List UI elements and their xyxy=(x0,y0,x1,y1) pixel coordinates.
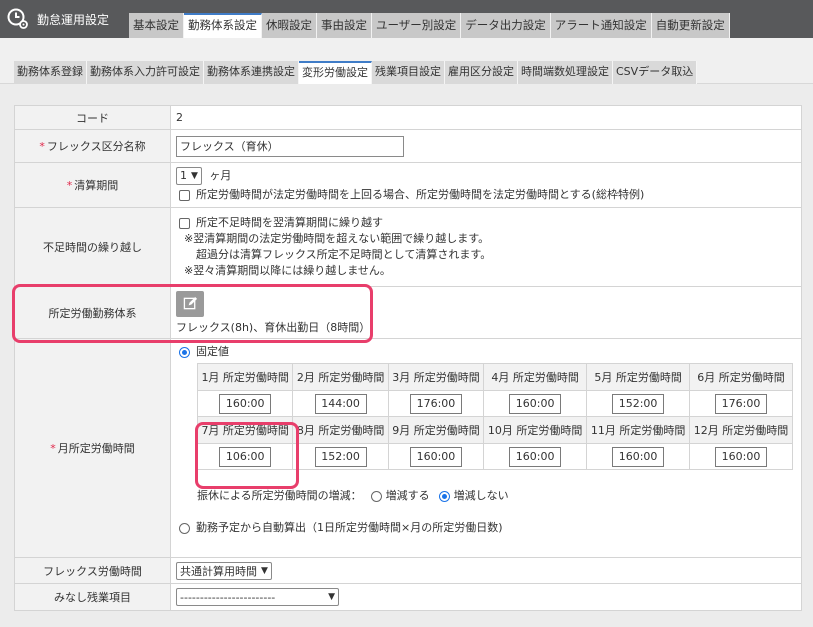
month-label: 4月 所定労働時間 xyxy=(483,363,588,391)
auto-calc-label: 勤務予定から自動算出（1日所定労働時間×月の所定労働日数) xyxy=(196,521,503,534)
overtime-select-value: ------------------------ xyxy=(180,590,276,604)
month-hours-input[interactable]: 160:00 xyxy=(219,393,272,414)
subtab-register[interactable]: 勤務体系登録 xyxy=(14,61,87,84)
tab-leave[interactable]: 休暇設定 xyxy=(262,13,317,38)
tab-basic[interactable]: 基本設定 xyxy=(129,13,184,38)
carryover-note-1: ※翌清算期間の法定労働時間を超えない範囲で繰り越します。 xyxy=(184,232,490,245)
code-label: コード xyxy=(14,105,171,130)
month-label: 1月 所定労働時間 xyxy=(196,363,294,391)
subtab-link[interactable]: 勤務体系連携設定 xyxy=(204,61,299,84)
special-rule-label: 所定労働時間が法定労働時間を上回る場合、所定労働時間を法定労働時間とする(総枠特… xyxy=(196,188,645,201)
main-tabs: 基本設定 勤務体系設定 休暇設定 事由設定 ユーザー別設定 データ出力設定 アラ… xyxy=(129,13,730,38)
subtab-input-permission[interactable]: 勤務体系入力許可設定 xyxy=(87,61,204,84)
flex-name-label: * フレックス区分名称 xyxy=(14,129,171,163)
tab-work-system[interactable]: 勤務体系設定 xyxy=(184,13,262,38)
month-hours-input[interactable]: 160:00 xyxy=(509,393,562,414)
app-header: 勤怠運用設定 基本設定 勤務体系設定 休暇設定 事由設定 ユーザー別設定 データ… xyxy=(0,0,813,38)
fixed-radio[interactable] xyxy=(179,346,190,358)
content-area: コード 2 *フレックス区分名称 *清算期間 1▼ ヶ月 所定労働時間が法定労働… xyxy=(0,84,813,627)
month-label: 9月 所定労働時間 xyxy=(387,416,485,444)
month-hours-input[interactable]: 160:00 xyxy=(509,446,562,467)
month-hours-input[interactable]: 160:00 xyxy=(612,446,665,467)
subtab-rounding[interactable]: 時間端数処理設定 xyxy=(518,61,613,84)
month-hours-input[interactable]: 160:00 xyxy=(715,446,768,467)
subtab-variable-labor[interactable]: 変形労働設定 xyxy=(299,61,372,84)
month-hours-input[interactable]: 176:00 xyxy=(715,393,768,414)
flex-hours-label: フレックス労働時間 xyxy=(14,557,171,584)
tab-data-output[interactable]: データ出力設定 xyxy=(461,13,551,38)
app-title: 勤怠運用設定 xyxy=(37,13,110,27)
sub-tabs: 勤務体系登録 勤務体系入力許可設定 勤務体系連携設定 変形労働設定 残業項目設定… xyxy=(14,61,698,84)
highlight-system-box xyxy=(12,284,373,343)
auto-calc-radio[interactable] xyxy=(179,522,190,534)
clock-gear-icon xyxy=(7,8,28,29)
required-mark: * xyxy=(66,179,73,192)
holiday-adjust-yes-radio[interactable] xyxy=(371,490,383,502)
subtab-csv-import[interactable]: CSVデータ取込 xyxy=(613,61,698,84)
overtime-label: みなし残業項目 xyxy=(14,583,171,611)
monthly-label-text: 月所定労働時間 xyxy=(57,442,135,455)
tab-reason[interactable]: 事由設定 xyxy=(317,13,372,38)
carryover-checkbox[interactable] xyxy=(179,217,190,229)
settings-form: コード 2 *フレックス区分名称 *清算期間 1▼ ヶ月 所定労働時間が法定労働… xyxy=(14,105,802,611)
flex-name-label-text: フレックス区分名称 xyxy=(46,140,146,153)
flex-hours-select[interactable]: 共通計算用時間 ▼ xyxy=(176,561,272,580)
code-value: 2 xyxy=(170,105,802,130)
period-unit: ヶ月 xyxy=(209,169,232,182)
month-label: 6月 所定労働時間 xyxy=(689,363,793,391)
month-label: 3月 所定労働時間 xyxy=(387,363,485,391)
holiday-adjust-no-label: 増減しない xyxy=(453,489,509,502)
subtab-employment[interactable]: 雇用区分設定 xyxy=(445,61,518,84)
month-hours-input[interactable]: 144:00 xyxy=(314,393,367,414)
tab-auto-update[interactable]: 自動更新設定 xyxy=(651,13,730,38)
month-label: 8月 所定労働時間 xyxy=(292,416,389,444)
carryover-note-2: 超過分は清算フレックス所定不足時間として清算されます。 xyxy=(196,248,492,261)
carryover-label: 不足時間の繰り越し xyxy=(14,207,171,287)
holiday-adjust-yes-label: 増減する xyxy=(385,489,430,502)
period-select[interactable]: 1 ▼ xyxy=(176,167,202,185)
carryover-note-3: ※翌々清算期間以降には繰り越しません。 xyxy=(184,264,391,277)
month-label: 2月 所定労働時間 xyxy=(292,363,389,391)
flex-name-input[interactable] xyxy=(176,135,404,157)
period-select-value: 1 xyxy=(180,169,187,182)
required-mark: * xyxy=(50,442,56,455)
month-hours-input[interactable]: 152:00 xyxy=(314,446,367,467)
tab-alert[interactable]: アラート通知設定 xyxy=(550,13,652,38)
month-label: 10月 所定労働時間 xyxy=(483,416,588,444)
tab-user[interactable]: ユーザー別設定 xyxy=(372,13,462,38)
month-label: 12月 所定労働時間 xyxy=(689,416,793,444)
month-hours-input[interactable]: 176:00 xyxy=(409,393,462,414)
sub-tab-bar: 勤務体系登録 勤務体系入力許可設定 勤務体系連携設定 変形労働設定 残業項目設定… xyxy=(0,38,813,84)
chevron-down-icon: ▼ xyxy=(261,565,268,576)
period-label-text: 清算期間 xyxy=(74,179,119,192)
month-hours-input[interactable]: 160:00 xyxy=(409,446,462,467)
month-label: 11月 所定労働時間 xyxy=(586,416,691,444)
special-rule-checkbox[interactable] xyxy=(179,189,190,201)
monthly-label: * 月所定労働時間 xyxy=(14,338,171,558)
chevron-down-icon: ▼ xyxy=(328,592,335,602)
chevron-down-icon: ▼ xyxy=(191,171,198,181)
period-label: * 清算期間 xyxy=(14,162,171,208)
overtime-select[interactable]: ------------------------ ▼ xyxy=(176,588,339,606)
fixed-label: 固定値 xyxy=(196,345,229,358)
month-label: 5月 所定労働時間 xyxy=(586,363,691,391)
carryover-checkbox-label: 所定不足時間を翌清算期間に繰り越す xyxy=(196,216,383,229)
holiday-adjust-no-radio[interactable] xyxy=(439,490,451,502)
subtab-overtime[interactable]: 残業項目設定 xyxy=(372,61,445,84)
required-mark: * xyxy=(39,140,45,153)
highlight-july-box xyxy=(195,422,299,489)
flex-hours-select-value: 共通計算用時間 xyxy=(180,564,257,578)
holiday-adjust-label: 振休による所定労働時間の増減： xyxy=(197,489,362,502)
month-hours-input[interactable]: 152:00 xyxy=(612,393,665,414)
